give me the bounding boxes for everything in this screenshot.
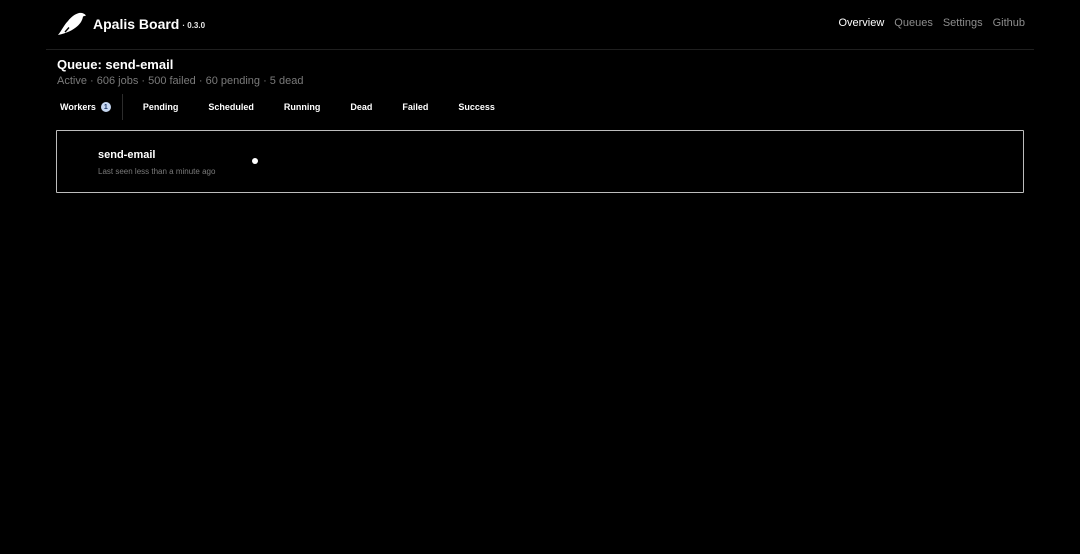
tab-failed[interactable]: Failed — [387, 94, 443, 120]
tab-success[interactable]: Success — [443, 94, 510, 120]
tab-scheduled[interactable]: Scheduled — [193, 94, 269, 120]
status-dot-icon — [252, 158, 258, 164]
tab-workers-label: Workers — [60, 102, 96, 112]
worker-last-seen: Last seen less than a minute ago — [98, 167, 216, 176]
app-root: Apalis Board · 0.3.0 Overview Queues Set… — [0, 0, 1080, 554]
tab-running[interactable]: Running — [269, 94, 336, 120]
nav-github[interactable]: Github — [993, 17, 1025, 29]
worker-card[interactable]: send-email Last seen less than a minute … — [56, 130, 1024, 193]
nav-overview[interactable]: Overview — [838, 17, 884, 29]
bird-icon — [58, 12, 86, 35]
brand[interactable]: Apalis Board · 0.3.0 — [56, 11, 205, 37]
queue-tabs: Workers 1 Pending Scheduled Running Dead… — [57, 94, 510, 120]
tab-pending[interactable]: Pending — [123, 94, 194, 120]
nav-settings[interactable]: Settings — [943, 17, 983, 29]
page-title: Queue: send-email — [57, 57, 174, 72]
main-nav: Overview Queues Settings Github — [838, 17, 1025, 29]
nav-queues[interactable]: Queues — [894, 17, 933, 29]
worker-name: send-email — [98, 149, 156, 161]
tab-workers[interactable]: Workers 1 — [57, 94, 123, 120]
top-header: Apalis Board · 0.3.0 Overview Queues Set… — [46, 0, 1034, 50]
app-version: · 0.3.0 — [182, 21, 206, 30]
app-title: Apalis Board — [93, 16, 180, 32]
workers-count-badge: 1 — [100, 102, 111, 112]
tab-dead[interactable]: Dead — [335, 94, 387, 120]
queue-stats: Active · 606 jobs · 500 failed · 60 pend… — [57, 75, 304, 87]
